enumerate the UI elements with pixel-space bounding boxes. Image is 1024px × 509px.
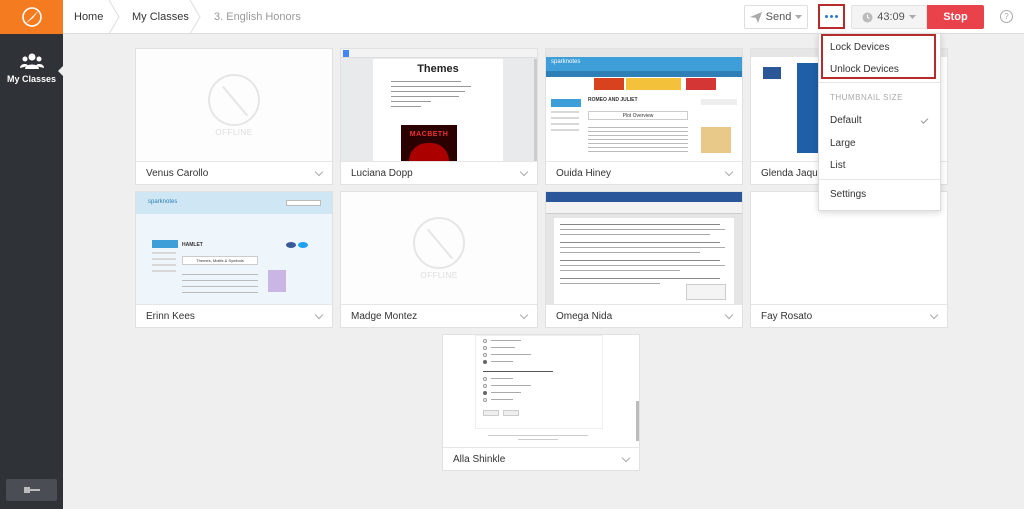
stop-button[interactable]: Stop — [927, 5, 984, 29]
offline-icon — [208, 73, 260, 126]
chevron-down-icon[interactable] — [929, 310, 939, 319]
ad-banner — [594, 78, 624, 90]
chevron-down-icon[interactable] — [519, 167, 529, 176]
student-name: Fay Rosato — [761, 310, 813, 322]
timer-button[interactable]: 43:09 — [851, 5, 927, 29]
screen-thumbnail[interactable]: sparknotes ROMEO AND JULIET Plot Overvie… — [546, 49, 742, 161]
screen-thumbnail[interactable]: sparknotes HAMLET Themes, Motifs & Symbo… — [136, 192, 332, 304]
card-footer[interactable]: Madge Montez — [341, 304, 537, 327]
menu-item-size-default[interactable]: Default — [830, 115, 862, 126]
chevron-down-icon[interactable] — [621, 453, 631, 462]
section-selector: Themes, Motifs & Symbols — [182, 256, 258, 265]
doc-title: Themes — [417, 63, 459, 75]
student-card[interactable]: sparknotes ROMEO AND JULIET Plot Overvie… — [545, 48, 743, 185]
site-brand: sparknotes — [551, 59, 581, 65]
menu-divider — [819, 82, 940, 83]
offline-placeholder: OFFLINE — [341, 192, 537, 304]
student-name: Alla Shinkle — [453, 453, 506, 465]
top-bar: Home My Classes 3. English Honors Send 4… — [63, 0, 1024, 34]
section-selector: Plot Overview — [588, 111, 688, 120]
users-icon — [19, 53, 44, 69]
clock-icon — [862, 12, 873, 22]
sidebar-collapse-button[interactable] — [6, 479, 57, 501]
scrollbar — [534, 59, 537, 161]
card-footer[interactable]: Omega Nida — [546, 304, 742, 327]
student-name: Erinn Kees — [146, 310, 195, 322]
timer-value: 43:09 — [877, 11, 905, 23]
card-footer[interactable]: Alla Shinkle — [443, 447, 639, 470]
doc-toolbar — [341, 49, 537, 58]
breadcrumb-current-class: 3. English Honors — [214, 11, 301, 23]
card-footer[interactable]: Luciana Dopp — [341, 161, 537, 184]
chevron-down-icon[interactable] — [314, 167, 324, 176]
app-logo[interactable] — [0, 0, 63, 34]
menu-item-settings[interactable]: Settings — [830, 189, 866, 200]
card-footer[interactable]: Fay Rosato — [751, 304, 947, 327]
site-brand: sparknotes — [148, 199, 178, 205]
student-name: Glenda Jaqu — [761, 167, 818, 179]
chevron-down-icon[interactable] — [724, 167, 734, 176]
student-name: Venus Carollo — [146, 167, 209, 179]
student-card[interactable]: Themes MACBETH Luciana Dopp — [340, 48, 538, 185]
article-heading: ROMEO AND JULIET — [588, 97, 638, 103]
article-heading: HAMLET — [182, 242, 203, 248]
word-titlebar — [546, 192, 742, 202]
student-name: Omega Nida — [556, 310, 613, 322]
sidebar-item-my-classes[interactable]: My Classes — [0, 52, 63, 102]
send-button[interactable]: Send — [744, 5, 808, 29]
highlight-box — [821, 34, 936, 79]
student-name: Luciana Dopp — [351, 167, 413, 179]
breadcrumb-separator-icon — [189, 0, 201, 34]
student-card[interactable]: Omega Nida — [545, 191, 743, 328]
offline-icon — [413, 216, 465, 269]
menu-divider — [819, 179, 940, 180]
screen-thumbnail[interactable]: OFFLINE — [341, 192, 537, 304]
chevron-down-icon[interactable] — [724, 310, 734, 319]
student-card[interactable]: Alla Shinkle — [442, 334, 640, 471]
student-name: Madge Montez — [351, 310, 418, 322]
card-footer[interactable]: Ouida Hiney — [546, 161, 742, 184]
screen-thumbnail[interactable]: Themes MACBETH — [341, 49, 537, 161]
compass-logo-icon — [21, 7, 42, 27]
paper-plane-icon — [749, 11, 762, 23]
help-icon[interactable]: ? — [1000, 10, 1013, 23]
offline-label: OFFLINE — [420, 270, 458, 280]
student-name: Ouida Hiney — [556, 167, 612, 179]
student-card[interactable]: sparknotes HAMLET Themes, Motifs & Symbo… — [135, 191, 333, 328]
breadcrumb-separator-icon — [108, 0, 120, 34]
scrollbar — [636, 401, 639, 441]
screen-thumbnail[interactable] — [546, 192, 742, 304]
menu-item-size-large[interactable]: Large — [830, 138, 856, 149]
docs-icon — [343, 50, 349, 57]
student-card[interactable]: Fay Rosato — [750, 191, 948, 328]
caret-down-icon — [795, 15, 803, 19]
send-label: Send — [765, 11, 792, 23]
breadcrumb-home[interactable]: Home — [74, 0, 103, 34]
student-card[interactable]: OFFLINE Madge Montez — [340, 191, 538, 328]
sidebar: My Classes — [0, 0, 63, 509]
card-footer[interactable]: Erinn Kees — [136, 304, 332, 327]
key-icon — [23, 487, 40, 493]
student-card[interactable]: OFFLINE Venus Carollo — [135, 48, 333, 185]
breadcrumb-my-classes[interactable]: My Classes — [132, 0, 189, 34]
chevron-down-icon[interactable] — [314, 310, 324, 319]
check-icon — [920, 116, 929, 124]
menu-section-header: THUMBNAIL SIZE — [830, 93, 903, 102]
caret-down-icon — [908, 15, 916, 19]
image-text: MACBETH — [409, 131, 449, 138]
card-footer[interactable]: Venus Carollo — [136, 161, 332, 184]
screen-thumbnail[interactable] — [443, 335, 639, 447]
menu-item-size-list[interactable]: List — [830, 160, 846, 171]
highlight-box — [818, 4, 845, 29]
active-indicator — [58, 66, 63, 76]
offline-placeholder: OFFLINE — [136, 49, 332, 161]
sidebar-item-label: My Classes — [6, 74, 57, 84]
chevron-down-icon[interactable] — [519, 310, 529, 319]
offline-label: OFFLINE — [215, 127, 253, 137]
word-ribbon — [546, 202, 742, 214]
macbeth-image: MACBETH — [401, 125, 457, 161]
screen-thumbnail[interactable]: OFFLINE — [136, 49, 332, 161]
